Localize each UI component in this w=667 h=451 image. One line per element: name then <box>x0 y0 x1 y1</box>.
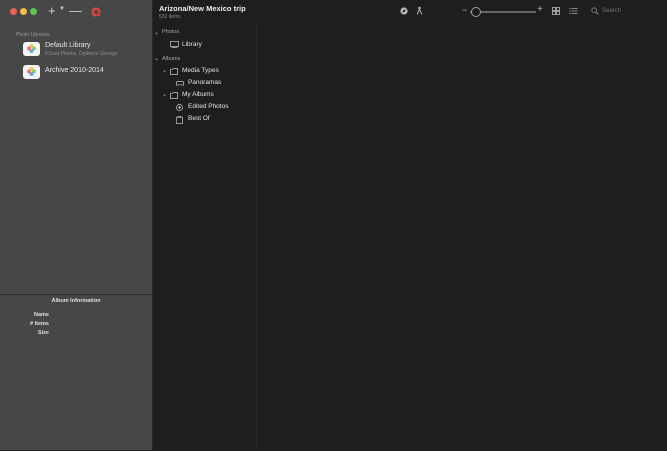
album-information-panel: Album Information Name # Items Size <box>0 294 152 451</box>
search-icon[interactable] <box>591 7 599 15</box>
sidebar-item-best-of[interactable]: Best Of <box>188 115 210 125</box>
photo-grid-area[interactable] <box>257 24 667 450</box>
albums-section-header[interactable]: Albums <box>162 56 180 66</box>
folder-icon <box>170 92 178 99</box>
chevron-down-icon[interactable]: ⌄ <box>162 91 167 98</box>
compass-icon[interactable] <box>400 7 408 15</box>
panorama-icon <box>176 81 184 86</box>
edited-circle-icon <box>176 104 183 111</box>
search-input[interactable]: Search <box>602 8 621 14</box>
photos-section-header[interactable]: Photos <box>162 29 179 39</box>
grid-view-icon[interactable] <box>552 7 560 15</box>
sidebar-item-panoramas[interactable]: Panoramas <box>188 79 221 89</box>
chevron-down-icon[interactable]: ▼ <box>59 6 65 12</box>
remove-library-button[interactable]: — <box>69 4 82 18</box>
titlebar-left: + ▼ — <box>0 0 152 24</box>
zoom-window-button[interactable] <box>30 8 37 15</box>
sidebar-item-library[interactable]: Library <box>182 41 202 51</box>
window-title: Arizona/New Mexico trip <box>159 4 246 13</box>
sidebar-item-edited-photos[interactable]: Edited Photos <box>188 103 228 113</box>
library-icon <box>170 41 179 48</box>
sidebar-item-my-albums[interactable]: My Albums <box>182 91 214 101</box>
chevron-down-icon[interactable]: ⌄ <box>154 29 159 36</box>
photos-badge-icon[interactable] <box>91 7 101 17</box>
person-icon[interactable] <box>416 6 423 15</box>
item-count: 532 items <box>159 14 181 20</box>
libraries-sidebar: + ▼ — Photo Libraries Default Library iC… <box>0 0 153 450</box>
library-item-archive[interactable]: Archive 2010-2014 <box>23 64 148 84</box>
folder-icon <box>170 68 178 75</box>
chevron-down-icon[interactable]: ⌄ <box>162 67 167 74</box>
close-window-button[interactable] <box>10 8 17 15</box>
zoom-out-icon[interactable]: − <box>462 5 467 15</box>
chevron-down-icon[interactable]: ⌄ <box>154 55 159 62</box>
album-information-title: Album Information <box>51 298 101 304</box>
photos-library-icon <box>23 42 40 56</box>
album-info-size-label: Size <box>37 330 49 336</box>
library-item-default[interactable]: Default Library iCloud Photos, Optimize … <box>23 41 148 61</box>
album-info-name-label: Name <box>34 312 49 318</box>
photos-library-icon <box>23 65 40 79</box>
library-name: Archive 2010-2014 <box>45 67 104 74</box>
library-subtitle: iCloud Photos, Optimize Storage <box>45 51 118 57</box>
photo-libraries-section-label: Photo Libraries <box>16 32 50 38</box>
add-library-button[interactable]: + <box>48 4 56 18</box>
list-view-icon[interactable] <box>569 7 578 15</box>
album-info-items-label: # Items <box>30 321 49 327</box>
library-name: Default Library <box>45 42 91 49</box>
zoom-slider-knob[interactable] <box>471 7 481 17</box>
sidebar-item-media-types[interactable]: Media Types <box>182 67 219 77</box>
zoom-in-icon[interactable]: + <box>537 4 543 15</box>
album-icon <box>176 116 183 124</box>
minimize-window-button[interactable] <box>20 8 27 15</box>
